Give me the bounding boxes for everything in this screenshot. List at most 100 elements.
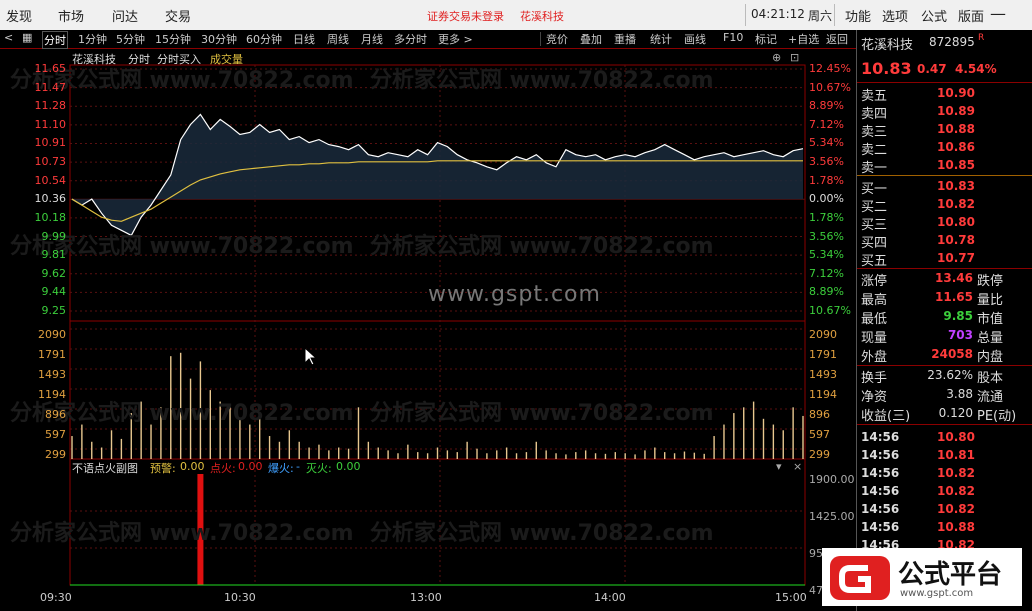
draw-button[interactable]: 画线: [684, 31, 706, 47]
login-status[interactable]: 证券交易未登录: [427, 8, 504, 24]
bid-label: 买三: [861, 218, 888, 233]
watermark-text: 分析家公式网 www.70822.com: [370, 68, 714, 93]
tab-5min[interactable]: 5分钟: [116, 31, 145, 47]
tab-daily[interactable]: 日线: [293, 31, 315, 47]
f10-button[interactable]: F10: [723, 31, 743, 44]
grid-icon[interactable]: ▦: [22, 31, 32, 44]
stat-label-right: 跌停: [977, 274, 1004, 289]
tick-time: 14:56: [861, 430, 900, 444]
pct-tick-label: 1.78%: [809, 173, 844, 187]
quote-change: 0.47: [917, 62, 947, 76]
current-stock-title: 花溪科技: [520, 10, 564, 23]
indicator-explode-label: 爆火:: [268, 462, 294, 475]
quote-flag: R: [978, 33, 985, 43]
auction-button[interactable]: 竞价: [546, 31, 568, 47]
pct-tick-label: 8.89%: [809, 99, 844, 113]
volume-tick-label-right: 2090: [809, 328, 837, 341]
pct-tick-label: 3.56%: [809, 229, 844, 243]
tab-more[interactable]: 更多 >: [438, 31, 473, 47]
bid-price: 10.77: [937, 251, 975, 265]
collapse-left-icon[interactable]: <: [4, 31, 13, 44]
tick-time: 14:56: [861, 448, 900, 462]
tab-monthly[interactable]: 月线: [361, 31, 383, 47]
quote-stock-code: 872895: [929, 35, 975, 49]
tick-time: 14:56: [861, 484, 900, 498]
ask-label: 卖三: [861, 125, 888, 140]
indicator-close-icon[interactable]: ×: [793, 460, 802, 473]
pct-tick-label: 7.12%: [809, 266, 844, 280]
logo-text: 公式平台: [898, 560, 1003, 590]
volume-tick-label: 2090: [38, 328, 66, 341]
stats-button[interactable]: 统计: [650, 31, 672, 47]
tab-weekly[interactable]: 周线: [327, 31, 349, 47]
indicator-dropdown-icon[interactable]: ▾: [776, 460, 782, 473]
tick-price: 10.81: [937, 448, 975, 462]
price-tick-label: 9.44: [41, 285, 67, 299]
watermark-text: 分析家公式网 www.70822.com: [10, 521, 354, 546]
tab-multi-intraday[interactable]: 多分时: [394, 31, 427, 47]
menu-options[interactable]: 选项: [882, 6, 908, 25]
quote-panel: 花溪科技 872895 R 10.83 0.47 4.54% 卖五 10.90 卖四…: [856, 30, 1032, 611]
tab-1min[interactable]: 1分钟: [78, 31, 107, 47]
quote-stock-name: 花溪科技: [861, 38, 914, 53]
mark-button[interactable]: 标记: [755, 31, 777, 47]
stat-label-right: 内盘: [977, 350, 1004, 365]
overlay-button[interactable]: 叠加: [580, 31, 602, 47]
logo-url: www.gspt.com: [900, 588, 974, 599]
tab-intraday[interactable]: 分时: [42, 31, 68, 49]
bid-label: 买二: [861, 200, 888, 215]
add-watchlist-button[interactable]: +自选: [788, 31, 819, 47]
price-tick-label: 10.91: [34, 136, 67, 150]
clock-time: 04:21:12: [751, 7, 805, 21]
menu-formula[interactable]: 公式: [921, 6, 947, 25]
volume-tick-label: 896: [45, 408, 66, 421]
back-button[interactable]: 返回: [826, 31, 848, 47]
stat-label: 现量: [861, 331, 888, 346]
stat-value: 0.120: [938, 406, 973, 420]
pct-tick-label: 5.34%: [809, 248, 844, 262]
price-area-fill: [72, 114, 803, 236]
pct-tick-label: 8.89%: [809, 285, 844, 299]
price-tick-label: 9.81: [41, 248, 67, 262]
bid-price: 10.82: [937, 197, 975, 211]
bid-price: 10.80: [937, 215, 975, 229]
volume-tick-label-right: 597: [809, 428, 830, 441]
tick-price: 10.80: [937, 430, 975, 444]
menu-discover[interactable]: 发现: [6, 6, 32, 25]
ask-price: 10.89: [937, 104, 975, 118]
stat-label: 涨停: [861, 274, 888, 289]
price-tick-label: 11.65: [34, 62, 67, 75]
period-toolbar: < ▦ 分时 1分钟 5分钟 15分钟 30分钟 60分钟 日线 周线 月线 多…: [0, 30, 856, 49]
ask-price: 10.85: [937, 158, 975, 172]
tick-time: 14:56: [861, 466, 900, 480]
stat-label: 收益(三): [861, 409, 911, 424]
menu-market[interactable]: 市场: [58, 6, 84, 25]
pct-tick-label: 12.45%: [809, 62, 851, 75]
menu-trade[interactable]: 交易: [165, 6, 191, 25]
minimize-icon[interactable]: —: [990, 4, 1006, 23]
ask-label: 卖四: [861, 107, 888, 122]
tick-price: 10.82: [937, 484, 975, 498]
stat-value: 13.46: [935, 271, 973, 285]
time-label: 10:30: [224, 591, 256, 604]
tab-30min[interactable]: 30分钟: [201, 31, 237, 47]
tab-15min[interactable]: 15分钟: [155, 31, 191, 47]
price-tick-label: 11.10: [34, 117, 67, 131]
bid-price: 10.78: [937, 233, 975, 247]
expand-icon[interactable]: ⊡: [790, 51, 799, 64]
tab-60min[interactable]: 60分钟: [246, 31, 282, 47]
chart-stock-name: 花溪科技: [72, 53, 116, 66]
menu-layout[interactable]: 版面: [958, 6, 984, 25]
volume-tick-label: 1194: [38, 388, 66, 401]
quote-pct: 4.54%: [955, 62, 997, 76]
volume-tick-label: 299: [45, 448, 66, 461]
stat-value: 9.85: [943, 309, 973, 323]
stat-label: 净资: [861, 390, 888, 405]
stat-value: 703: [947, 328, 973, 342]
ask-price: 10.88: [937, 122, 975, 136]
replay-button[interactable]: 重播: [614, 31, 636, 47]
menu-function[interactable]: 功能: [845, 6, 871, 25]
menu-wenda[interactable]: 问达: [112, 6, 138, 25]
add-indicator-icon[interactable]: ⊕: [772, 51, 781, 64]
clock-weekday: 周六: [808, 9, 833, 23]
